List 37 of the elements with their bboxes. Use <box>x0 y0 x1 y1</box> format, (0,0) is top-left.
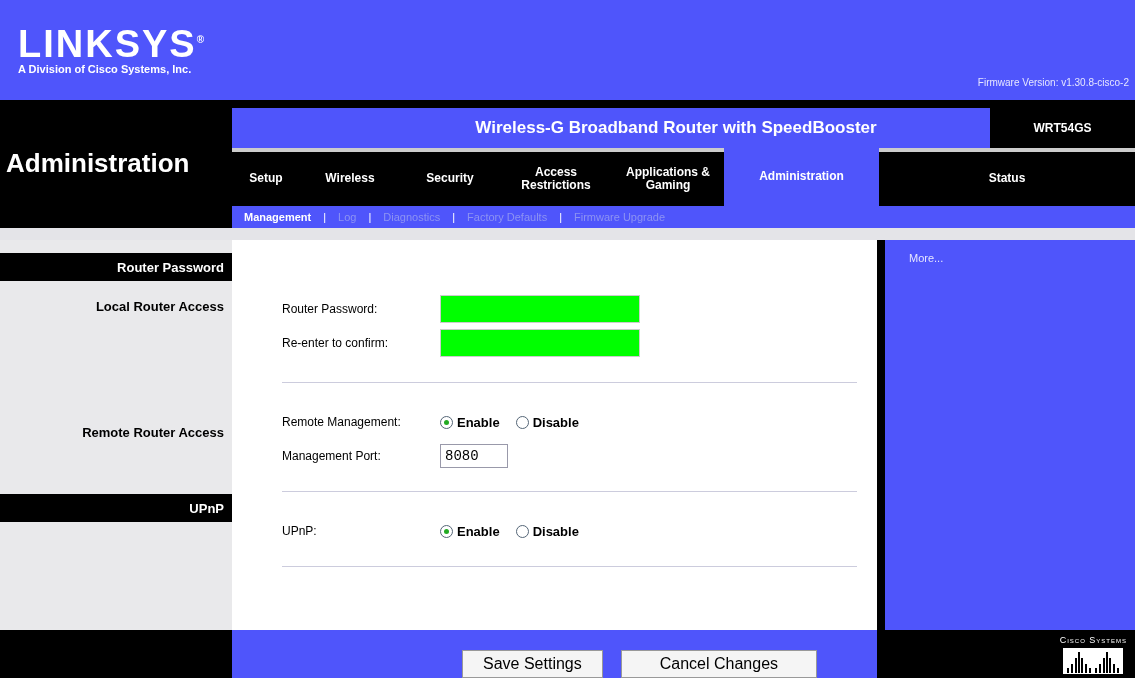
product-name: Wireless-G Broadband Router with SpeedBooster <box>232 108 990 148</box>
field-label: Remote Management: <box>282 415 402 429</box>
more-link[interactable]: More... <box>909 252 944 264</box>
model-name: WRT54GS <box>1032 120 1093 137</box>
field-label: Router Password: <box>282 302 379 316</box>
nav-tab[interactable]: Security <box>400 152 500 206</box>
separator: | <box>368 211 372 223</box>
section-header: Router Password <box>117 259 224 275</box>
sub-nav-link[interactable]: Management <box>244 211 312 223</box>
section-label: Remote Router Access <box>82 425 224 440</box>
section-label: Local Router Access <box>95 299 224 314</box>
radio-option[interactable]: Enable <box>440 414 500 430</box>
radio-option[interactable]: Enable <box>440 523 500 539</box>
tagline: A Division of Cisco Systems, Inc. <box>18 63 193 75</box>
linksys-logo: LINKSYS$^{®}$ <box>18 25 207 63</box>
section-header: UPnP <box>189 500 224 516</box>
form-button[interactable]: Cancel Changes <box>620 650 818 678</box>
radio-option[interactable]: Disable <box>515 414 579 430</box>
field-label: Management Port: <box>282 449 382 463</box>
firmware-version: Firmware Version: v1.30.8-cisco-2 <box>977 77 1129 90</box>
field-label: Re-enter to confirm: <box>282 336 390 350</box>
form-button[interactable]: Save Settings <box>462 650 603 678</box>
field-label: UPnP: <box>282 524 318 538</box>
nav-tab[interactable]: Wireless <box>300 152 400 206</box>
nav-tab[interactable]: Status <box>879 152 1135 206</box>
nav-tab[interactable]: Applications & Gaming <box>612 152 724 206</box>
password-field[interactable] <box>440 295 640 323</box>
nav-tab[interactable]: Access Restrictions <box>500 152 612 206</box>
separator: | <box>559 211 562 223</box>
nav-tab[interactable]: Administration <box>724 148 879 206</box>
radio-option[interactable]: Disable <box>515 523 579 539</box>
nav-tab[interactable]: Setup <box>232 152 300 206</box>
separator: | <box>323 211 327 223</box>
page-title: Administration <box>6 148 190 178</box>
separator: | <box>452 211 456 223</box>
port-field[interactable]: 8080 <box>440 444 508 468</box>
password-field[interactable] <box>440 329 640 357</box>
